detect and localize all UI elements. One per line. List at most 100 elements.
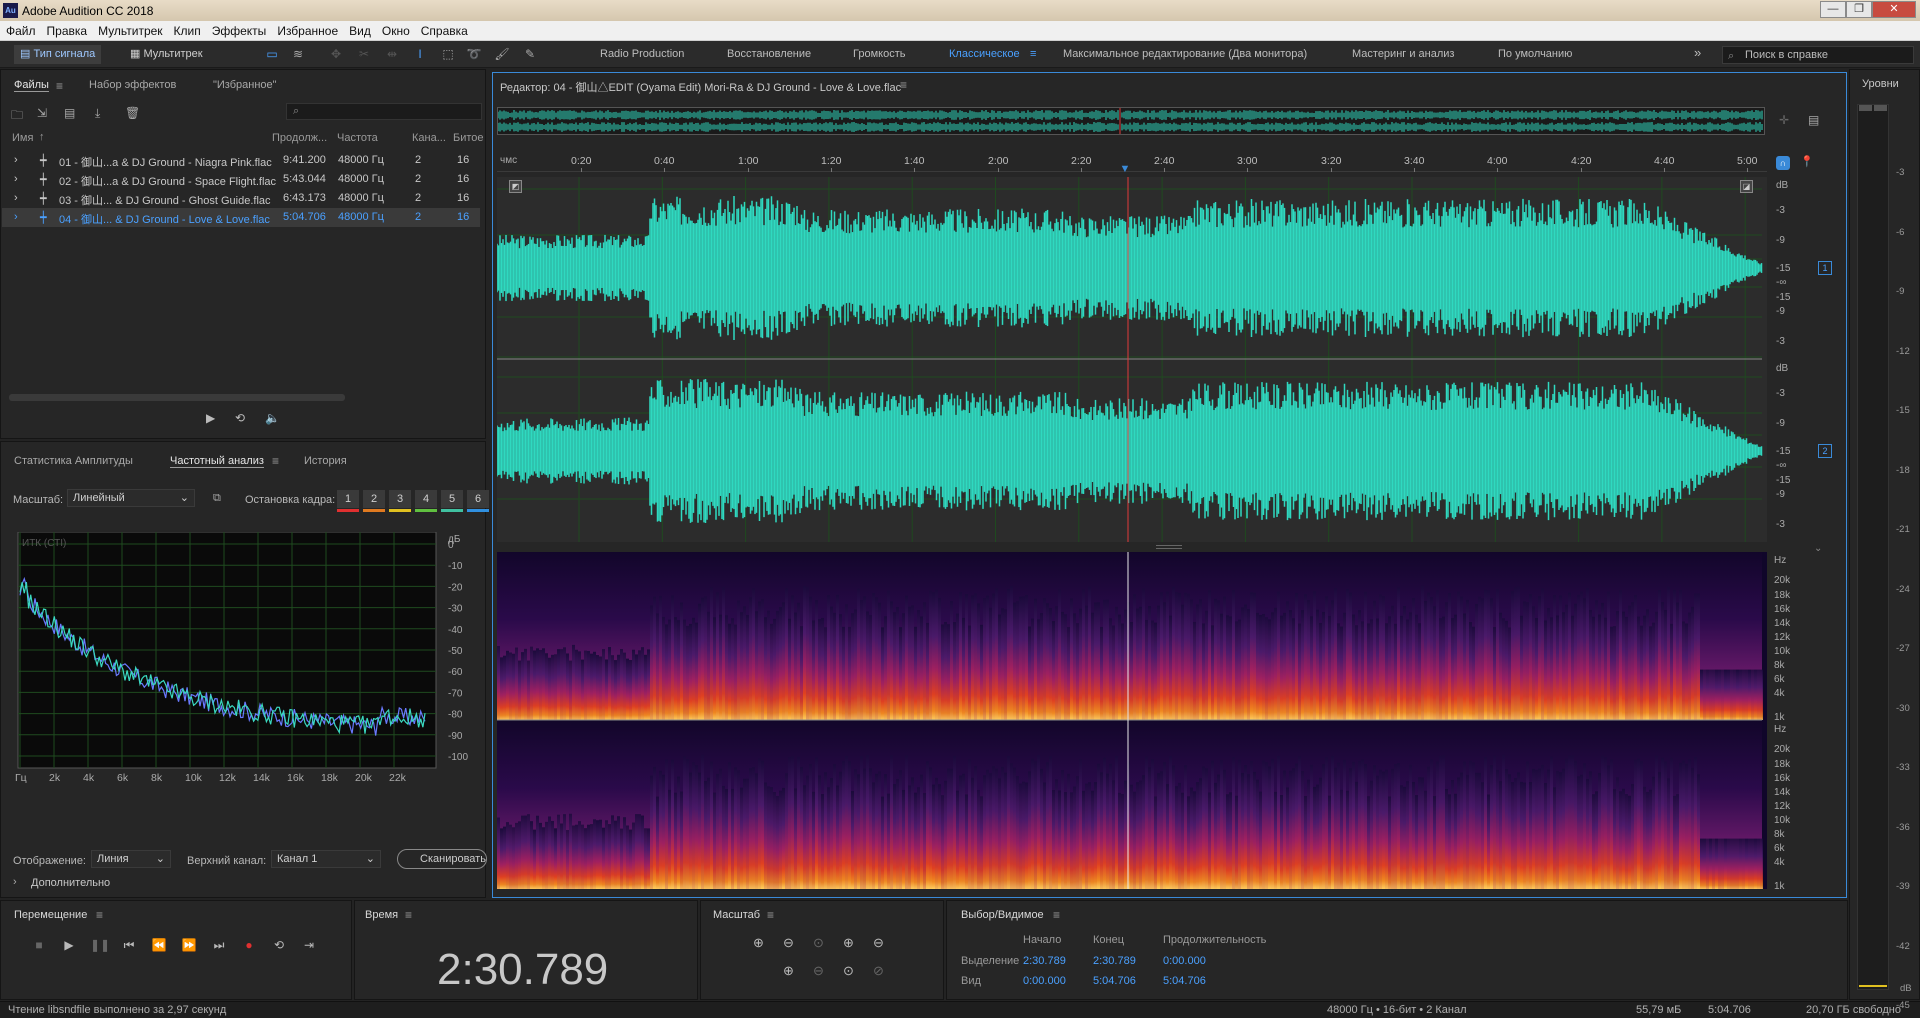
menu-multitrack[interactable]: Мультитрек <box>92 21 167 38</box>
display-dropdown[interactable]: Линия ⌄ <box>91 850 171 868</box>
menu-edit[interactable]: Правка <box>41 21 93 38</box>
scan-button[interactable]: Сканировать <box>397 849 487 869</box>
tab-history[interactable]: История <box>304 455 347 467</box>
zoom-out-amplitude-icon[interactable]: ⊖ <box>783 935 794 951</box>
close-button[interactable]: ✕ <box>1872 1 1916 18</box>
zoom-selection-icon[interactable]: ⊙ <box>813 935 824 951</box>
top-channel-dropdown[interactable]: Канал 1 ⌄ <box>271 850 381 868</box>
fade-in-handle[interactable]: ◩ <box>509 180 522 193</box>
waveform-view-button[interactable]: ▤ Тип сигнала <box>14 45 102 64</box>
divider-handle[interactable] <box>1156 545 1182 549</box>
advanced-toggle[interactable]: Дополнительно <box>31 877 110 889</box>
play-button[interactable]: ▶ <box>60 936 78 954</box>
tab-effects-presets[interactable]: Набор эффектов <box>89 79 176 91</box>
menu-window[interactable]: Окно <box>376 21 415 38</box>
spectral-display-icon[interactable]: ≋ <box>290 46 306 62</box>
import-file-icon[interactable]: ⇲ <box>37 106 47 120</box>
col-bits[interactable]: Битое <box>453 132 484 144</box>
autoplay-icon[interactable]: 🔈 <box>265 411 280 425</box>
time-menu-icon[interactable]: ≡ <box>405 908 412 922</box>
file-row[interactable]: › ┿ 03 - 御山... & DJ Ground - Ghost Guide.f… <box>2 189 480 208</box>
tab-frequency-analysis[interactable]: Частотный анализ <box>170 455 264 468</box>
collapse-chevron-icon[interactable]: ⌄ <box>1814 543 1822 554</box>
workspace-mastering[interactable]: Мастеринг и анализ <box>1352 48 1454 60</box>
fade-out-handle[interactable]: ◪ <box>1740 180 1753 193</box>
menu-effects[interactable]: Эффекты <box>206 21 272 38</box>
zoom-reset-icon[interactable]: ⊘ <box>873 963 884 979</box>
help-search-input[interactable]: Поиск в справке <box>1722 46 1914 64</box>
lasso-tool-icon[interactable]: ➰ <box>466 46 482 62</box>
tab-files[interactable]: Файлы <box>14 79 49 92</box>
files-search-input[interactable]: ⌕ <box>286 103 482 120</box>
go-to-start-button[interactable]: ⏮ <box>120 936 138 954</box>
menu-help[interactable]: Справка <box>415 21 473 38</box>
delete-file-icon[interactable]: 🗑 <box>125 106 140 120</box>
col-duration[interactable]: Продолж... <box>272 132 327 144</box>
playhead-marker[interactable]: ▼ <box>1119 164 1131 175</box>
zoom-full-icon[interactable]: ⊙ <box>843 963 854 979</box>
time-display[interactable]: 2:30.789 <box>437 945 608 995</box>
scale-dropdown[interactable]: Линейный ⌄ <box>67 489 195 507</box>
tab-amplitude-stats[interactable]: Статистика Амплитуды <box>14 455 133 467</box>
selection-duration[interactable]: 0:00.000 <box>1163 955 1206 967</box>
files-panel-menu-icon[interactable]: ≡ <box>56 79 63 93</box>
workspace-classic[interactable]: Классическое <box>949 48 1020 60</box>
freeze-frame-6[interactable]: 6 <box>467 490 489 508</box>
move-tool-icon[interactable]: ✥ <box>328 46 344 62</box>
marquee-tool-icon[interactable]: ⬚ <box>440 46 456 62</box>
brush-tool-icon[interactable]: 🖌 <box>494 46 510 62</box>
file-row[interactable]: › ┿ 01 - 御山...a & DJ Ground - Niagra Pink.… <box>2 151 480 170</box>
freeze-frame-4[interactable]: 4 <box>415 490 437 508</box>
channel-1-badge[interactable]: 1 <box>1818 261 1832 275</box>
maximize-button[interactable]: ❐ <box>1846 1 1872 18</box>
freeze-frame-2[interactable]: 2 <box>363 490 385 508</box>
workspace-menu-icon[interactable]: ≡ <box>1030 48 1036 60</box>
waveform-area[interactable] <box>496 177 1913 542</box>
rewind-button[interactable]: ⏪ <box>150 936 168 954</box>
selection-start[interactable]: 2:30.789 <box>1023 955 1066 967</box>
file-row[interactable]: › ┿ 02 - 御山...a & DJ Ground - Space Flight… <box>2 170 480 189</box>
skip-selection-button[interactable]: ⇥ <box>300 936 318 954</box>
workspace-max-edit[interactable]: Максимальное редактирование (Два монитор… <box>1063 48 1307 60</box>
loop-preview-icon[interactable]: ⟲ <box>235 411 245 425</box>
workspace-default[interactable]: По умолчанию <box>1498 48 1572 60</box>
open-file-icon[interactable]: 🗀 <box>11 106 23 127</box>
slip-tool-icon[interactable]: ⇹ <box>384 46 400 62</box>
workspace-restoration[interactable]: Восстановление <box>727 48 811 60</box>
display-settings-icon[interactable]: ▤ <box>1808 113 1819 127</box>
insert-multitrack-icon[interactable]: ⤓ <box>95 106 100 121</box>
multitrack-view-button[interactable]: ▦ Мультитрек <box>124 45 209 64</box>
zoom-in-amplitude-icon[interactable]: ⊕ <box>753 935 764 951</box>
col-name[interactable]: Имя <box>12 132 33 144</box>
zoom-menu-icon[interactable]: ≡ <box>767 908 774 922</box>
col-rate[interactable]: Частота <box>337 132 378 144</box>
minimize-button[interactable]: — <box>1820 1 1846 18</box>
channel-2-badge[interactable]: 2 <box>1818 444 1832 458</box>
overview-navigator[interactable] <box>497 107 1765 135</box>
snap-icon[interactable]: ∩ <box>1776 156 1790 170</box>
files-scrollbar[interactable] <box>9 394 345 401</box>
file-row[interactable]: › ┿ 04 - 御山... & DJ Ground - Love & Love.f… <box>2 208 480 227</box>
analysis-menu-icon[interactable]: ≡ <box>272 454 279 468</box>
view-end[interactable]: 5:04.706 <box>1093 975 1136 987</box>
go-to-end-button[interactable]: ⏭ <box>210 936 228 954</box>
zoom-in-point-icon[interactable]: ⊕ <box>783 963 794 979</box>
stop-button[interactable]: ■ <box>30 936 48 954</box>
pause-button[interactable]: ❚❚ <box>90 936 110 954</box>
razor-tool-icon[interactable]: ✂ <box>356 46 372 62</box>
freeze-frame-3[interactable]: 3 <box>389 490 411 508</box>
loop-button[interactable]: ⟲ <box>270 936 288 954</box>
new-file-icon[interactable]: ▤ <box>64 106 75 120</box>
zoom-out-point-icon[interactable]: ⊖ <box>813 963 824 979</box>
time-selection-tool-icon[interactable]: I <box>412 46 428 62</box>
menu-favorites[interactable]: Избранное <box>271 21 343 38</box>
play-preview-icon[interactable]: ▶ <box>206 411 215 425</box>
zoom-in-time-icon[interactable]: ⊕ <box>843 935 854 951</box>
marker-pin-icon[interactable]: 📍 <box>1800 155 1814 168</box>
editor-menu-icon[interactable]: ≡ <box>900 78 907 92</box>
selection-menu-icon[interactable]: ≡ <box>1053 908 1060 922</box>
healing-tool-icon[interactable]: ✎ <box>522 46 538 62</box>
col-channels[interactable]: Кана... <box>412 132 446 144</box>
zoom-out-time-icon[interactable]: ⊖ <box>873 935 884 951</box>
menu-file[interactable]: Файл <box>0 21 41 38</box>
